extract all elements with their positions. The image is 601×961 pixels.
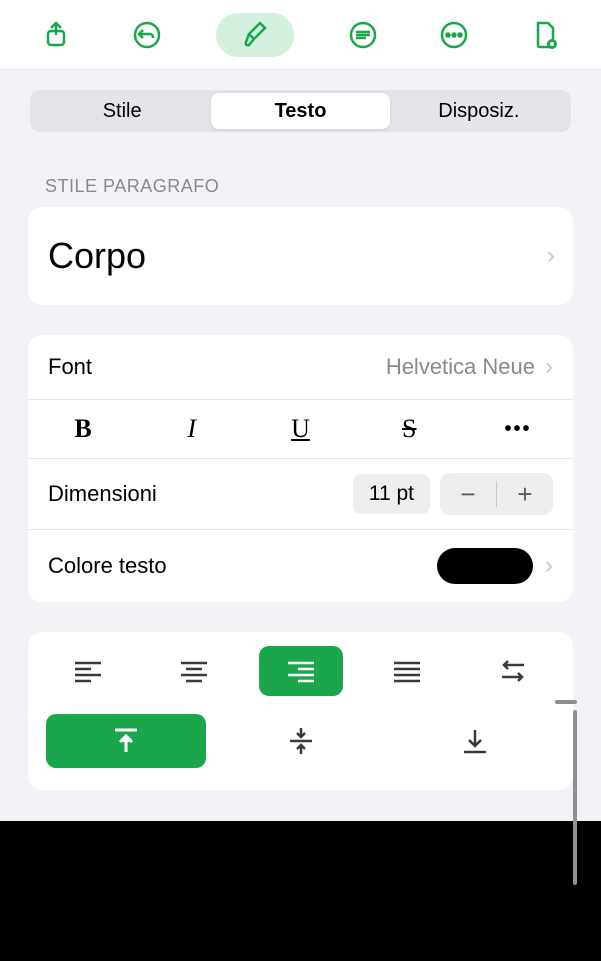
size-decrease-button[interactable]: − (440, 473, 496, 515)
alignment-card (28, 632, 573, 790)
valign-top-icon (111, 726, 141, 756)
paragraph-style-value: Corpo (48, 235, 146, 277)
align-right-icon (286, 659, 316, 683)
text-color-swatch[interactable] (437, 548, 533, 584)
align-left-icon (73, 659, 103, 683)
valign-middle-icon (286, 726, 316, 756)
align-left-button[interactable] (46, 646, 130, 696)
italic-button[interactable]: I (157, 414, 227, 444)
share-icon (42, 21, 70, 49)
align-justify-icon (392, 659, 422, 683)
valign-top-button[interactable] (46, 714, 206, 768)
align-justify-button[interactable] (365, 646, 449, 696)
size-label: Dimensioni (48, 481, 353, 507)
text-color-row[interactable]: Colore testo › (28, 530, 573, 602)
tab-text[interactable]: Testo (211, 93, 389, 129)
format-button[interactable] (216, 13, 294, 57)
bold-button[interactable]: B (48, 414, 118, 444)
format-tabs: Stile Testo Disposiz. (30, 90, 571, 132)
vertical-align-row (46, 714, 555, 768)
font-card: Font Helvetica Neue › B I U S ••• Dimens… (28, 335, 573, 602)
style-buttons-row: B I U S ••• (28, 400, 573, 459)
tab-style[interactable]: Stile (33, 93, 211, 129)
chevron-right-icon: › (545, 552, 553, 580)
paragraph-style-card: Corpo › (28, 207, 573, 305)
size-row: Dimensioni 11 pt − + (28, 459, 573, 530)
bottom-black-area (0, 821, 601, 961)
document-button[interactable] (523, 13, 567, 57)
font-row[interactable]: Font Helvetica Neue › (28, 335, 573, 400)
tabs-wrapper: Stile Testo Disposiz. (0, 70, 601, 146)
valign-bottom-button[interactable] (395, 714, 555, 768)
paintbrush-icon (240, 20, 270, 50)
text-color-label: Colore testo (48, 553, 437, 579)
text-format-icon (348, 20, 378, 50)
valign-middle-button[interactable] (221, 714, 381, 768)
strikethrough-button[interactable]: S (374, 414, 444, 444)
size-increase-button[interactable]: + (497, 473, 553, 515)
font-label: Font (48, 354, 92, 380)
paragraph-style-row[interactable]: Corpo › (28, 207, 573, 305)
share-button[interactable] (34, 13, 78, 57)
more-text-options-button[interactable]: ••• (483, 418, 553, 441)
more-icon (439, 20, 469, 50)
underline-button[interactable]: U (266, 414, 336, 444)
undo-button[interactable] (125, 13, 169, 57)
chevron-right-icon: › (545, 353, 553, 381)
horizontal-align-row (46, 646, 555, 696)
size-stepper: − + (440, 473, 553, 515)
callout-line (573, 710, 577, 885)
chevron-right-icon: › (547, 242, 555, 270)
document-icon (530, 20, 560, 50)
align-right-button[interactable] (259, 646, 343, 696)
font-value: Helvetica Neue (386, 354, 535, 380)
text-direction-icon (498, 659, 528, 683)
undo-icon (132, 20, 162, 50)
align-center-button[interactable] (152, 646, 236, 696)
size-value[interactable]: 11 pt (353, 474, 430, 514)
insert-button[interactable] (341, 13, 385, 57)
top-toolbar (0, 0, 601, 70)
valign-bottom-icon (460, 726, 490, 756)
text-direction-button[interactable] (471, 646, 555, 696)
more-button[interactable] (432, 13, 476, 57)
tab-arrange[interactable]: Disposiz. (390, 93, 568, 129)
align-center-icon (179, 659, 209, 683)
paragraph-style-header: STILE PARAGRAFO (0, 146, 601, 207)
